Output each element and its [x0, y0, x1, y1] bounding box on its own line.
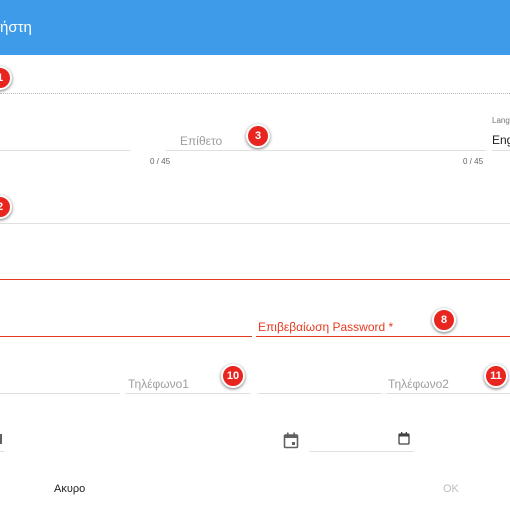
mobile-field-underline[interactable] [0, 393, 120, 394]
fax-field-underline[interactable] [258, 393, 382, 394]
password-confirm-underline[interactable] [256, 336, 510, 337]
date-left-bracket [0, 434, 2, 444]
dialog-header: ήστη [0, 0, 510, 55]
email-field-underline[interactable] [0, 223, 510, 224]
language-select-value[interactable]: Eng [492, 133, 510, 147]
phone1-input[interactable]: Τηλέφωνο1 [128, 377, 189, 391]
date-to-underline[interactable] [309, 451, 414, 452]
lastname-input[interactable]: Επίθετο [180, 134, 222, 148]
lastname-counter: 0 / 45 [463, 157, 484, 166]
calendar-icon[interactable] [398, 432, 410, 445]
phone2-field-underline[interactable] [386, 393, 510, 394]
firstname-field-underline[interactable] [0, 150, 130, 151]
firstname-counter: 0 / 45 [150, 157, 171, 166]
lastname-field-underline[interactable] [166, 150, 486, 151]
error-field-underline[interactable] [0, 279, 510, 280]
annotation-badge-11: 11 [484, 364, 508, 388]
username-field-underline[interactable] [0, 93, 510, 94]
language-select-underline[interactable] [492, 150, 510, 151]
date-from-underline[interactable] [0, 451, 4, 452]
password-confirm-label: Επιβεβαίωση Password * [258, 320, 394, 334]
phone1-field-underline[interactable] [126, 393, 250, 394]
calendar-icon[interactable] [283, 432, 299, 449]
annotation-badge-2: 2 [0, 195, 12, 219]
dialog-title: ήστη [0, 19, 32, 36]
annotation-badge-1: 1 [0, 66, 12, 90]
annotation-badge-8: 8 [432, 308, 456, 332]
cancel-button[interactable]: Ακυρο [54, 483, 85, 495]
annotation-badge-3: 3 [246, 124, 270, 148]
annotation-badge-10: 10 [221, 364, 245, 388]
phone2-input[interactable]: Τηλέφωνο2 [388, 377, 449, 391]
ok-button[interactable]: OK [443, 483, 459, 495]
language-label: Lang [492, 116, 510, 125]
password-field-underline[interactable] [0, 336, 252, 337]
